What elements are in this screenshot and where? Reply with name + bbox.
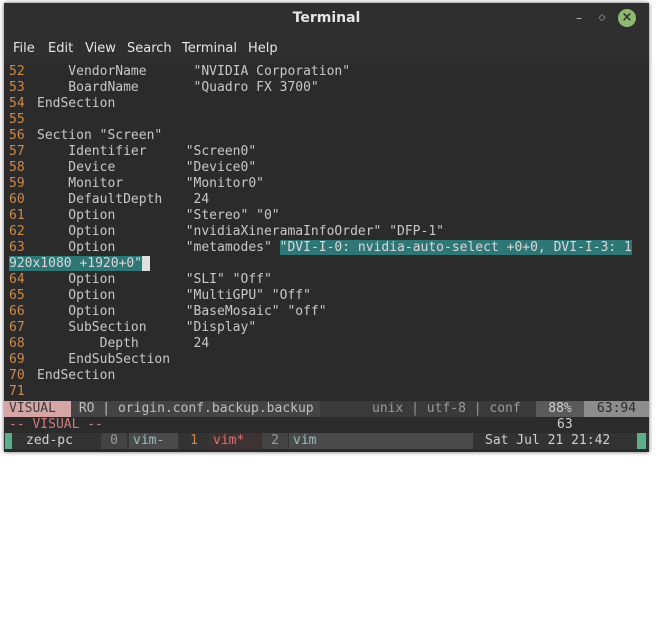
line-number: 53: [9, 80, 25, 95]
code-line: 53 BoardName "Quadro FX 3700": [9, 80, 319, 96]
terminal-window: Terminal – ◇ × File Edit View Search Ter…: [4, 3, 649, 452]
tmux-window-1-index[interactable]: 1: [181, 433, 207, 449]
code-line: 65 Option "MultiGPU" "Off": [9, 288, 311, 304]
menu-search[interactable]: Search: [127, 41, 172, 56]
line-number: 63: [9, 240, 25, 255]
line-text: EndSubSection: [37, 352, 171, 367]
line-number: 55: [9, 112, 25, 127]
vim-status-line: VISUAL RO | origin.conf.backup.backup un…: [4, 401, 649, 417]
line-text: EndSection: [37, 368, 116, 383]
tmux-session: zed-pc: [26, 433, 73, 448]
line-text: Depth 24: [37, 336, 210, 351]
code-line: 64 Option "SLI" "Off": [9, 272, 272, 288]
code-line: 66 Option "BaseMosaic" "off": [9, 304, 327, 320]
line-text: Option "metamodes": [37, 240, 280, 255]
line-text: Device "Device0": [37, 160, 257, 175]
mode-indicator: -- VISUAL --: [9, 417, 103, 432]
menu-edit[interactable]: Edit: [48, 41, 73, 56]
line-text: BoardName "Quadro FX 3700": [37, 80, 319, 95]
status-mode: VISUAL: [4, 401, 71, 417]
menu-terminal[interactable]: Terminal: [182, 41, 237, 56]
line-number: 56: [9, 128, 25, 143]
line-number: 60: [9, 192, 25, 207]
visual-selection: "DVI-I-0: nvidia-auto-select +0+0, DVI-I…: [279, 240, 632, 255]
tmux-clock: Sat Jul 21 21:42: [485, 433, 611, 448]
code-line: 61 Option "Stereo" "0": [9, 208, 280, 224]
window-title: Terminal: [292, 10, 361, 26]
code-line: 67 SubSection "Display": [9, 320, 256, 336]
code-line: 59 Monitor "Monitor0": [9, 176, 264, 192]
line-number: 59: [9, 176, 25, 191]
code-line: 55: [9, 112, 37, 128]
minimize-icon[interactable]: –: [570, 9, 588, 27]
line-text: Identifier "Screen0": [37, 144, 257, 159]
title-bar: Terminal – ◇ ×: [4, 3, 649, 33]
line-text: EndSection: [37, 96, 116, 111]
line-number: 64: [9, 272, 25, 287]
line-number: 66: [9, 304, 25, 319]
cursor: [142, 256, 150, 271]
line-number: 57: [9, 144, 25, 159]
line-text: Option "BaseMosaic" "off": [37, 304, 327, 319]
menu-view[interactable]: View: [85, 41, 116, 56]
line-text: Option "nvidiaXineramaInfoOrder" "DFP-1": [37, 224, 444, 239]
code-line: 58 Device "Device0": [9, 160, 256, 176]
code-line: 63 Option "metamodes" "DVI-I-0: nvidia-a…: [9, 240, 632, 256]
selection-count: 63: [557, 417, 573, 432]
tmux-window-2-name[interactable]: vim: [289, 433, 473, 449]
line-number: 62: [9, 224, 25, 239]
code-line: 71: [9, 384, 37, 400]
code-line: 70 EndSection: [9, 368, 115, 384]
line-number: 52: [9, 64, 25, 79]
code-line: 57 Identifier "Screen0": [9, 144, 256, 160]
status-file: RO | origin.conf.backup.backup: [71, 401, 320, 417]
maximize-icon[interactable]: ◇: [593, 9, 611, 27]
code-line-wrapped: 920x1080 +1920+0": [9, 256, 150, 272]
line-number: 65: [9, 288, 25, 303]
status-info: unix | utf-8 | conf: [372, 401, 521, 416]
line-text: Option "Stereo" "0": [37, 208, 280, 223]
menu-file[interactable]: File: [13, 41, 35, 56]
tmux-window-0-name[interactable]: vim-: [129, 433, 178, 449]
vim-command-line[interactable]: -- VISUAL -- 63: [4, 417, 649, 433]
tmux-status-bar: zed-pc 0 vim- 1 vim* 2 vim Sat Jul 21 21…: [4, 433, 649, 449]
status-position: 63:94: [584, 401, 649, 417]
tmux-window-0-index[interactable]: 0: [101, 433, 127, 449]
code-line: 56 Section "Screen": [9, 128, 162, 144]
line-number: 54: [9, 96, 25, 111]
line-number: 69: [9, 352, 25, 367]
line-text: Option "SLI" "Off": [37, 272, 272, 287]
menu-bar: File Edit View Search Terminal Help: [4, 33, 649, 63]
line-text: Monitor "Monitor0": [37, 176, 264, 191]
line-text: VendorName "NVIDIA Corporation": [37, 64, 351, 79]
code-line: 68 Depth 24: [9, 336, 209, 352]
tmux-window-1-name[interactable]: vim*: [209, 433, 261, 449]
code-line: 52 VendorName "NVIDIA Corporation": [9, 64, 350, 80]
line-number: 58: [9, 160, 25, 175]
line-text: Option "MultiGPU" "Off": [37, 288, 311, 303]
line-number: 70: [9, 368, 25, 383]
line-number: 68: [9, 336, 25, 351]
line-number: 71: [9, 384, 25, 399]
code-line: 54 EndSection: [9, 96, 115, 112]
visual-selection-wrap: 920x1080 +1920+0": [9, 256, 143, 271]
code-line: 60 DefaultDepth 24: [9, 192, 209, 208]
status-percent: 88%: [536, 401, 584, 417]
tmux-right-marker: [637, 433, 646, 449]
line-number: 61: [9, 208, 25, 223]
line-text: DefaultDepth 24: [37, 192, 210, 207]
tmux-window-2-index[interactable]: 2: [262, 433, 288, 449]
terminal-content[interactable]: 52 VendorName "NVIDIA Corporation" 53 Bo…: [4, 63, 649, 452]
menu-help[interactable]: Help: [248, 41, 278, 56]
line-number: 67: [9, 320, 25, 335]
code-line: 62 Option "nvidiaXineramaInfoOrder" "DFP…: [9, 224, 444, 240]
line-text: Section "Screen": [37, 128, 163, 143]
line-text: SubSection "Display": [37, 320, 257, 335]
code-line: 69 EndSubSection: [9, 352, 170, 368]
close-icon[interactable]: ×: [618, 9, 636, 27]
tmux-left-marker: [5, 433, 12, 449]
